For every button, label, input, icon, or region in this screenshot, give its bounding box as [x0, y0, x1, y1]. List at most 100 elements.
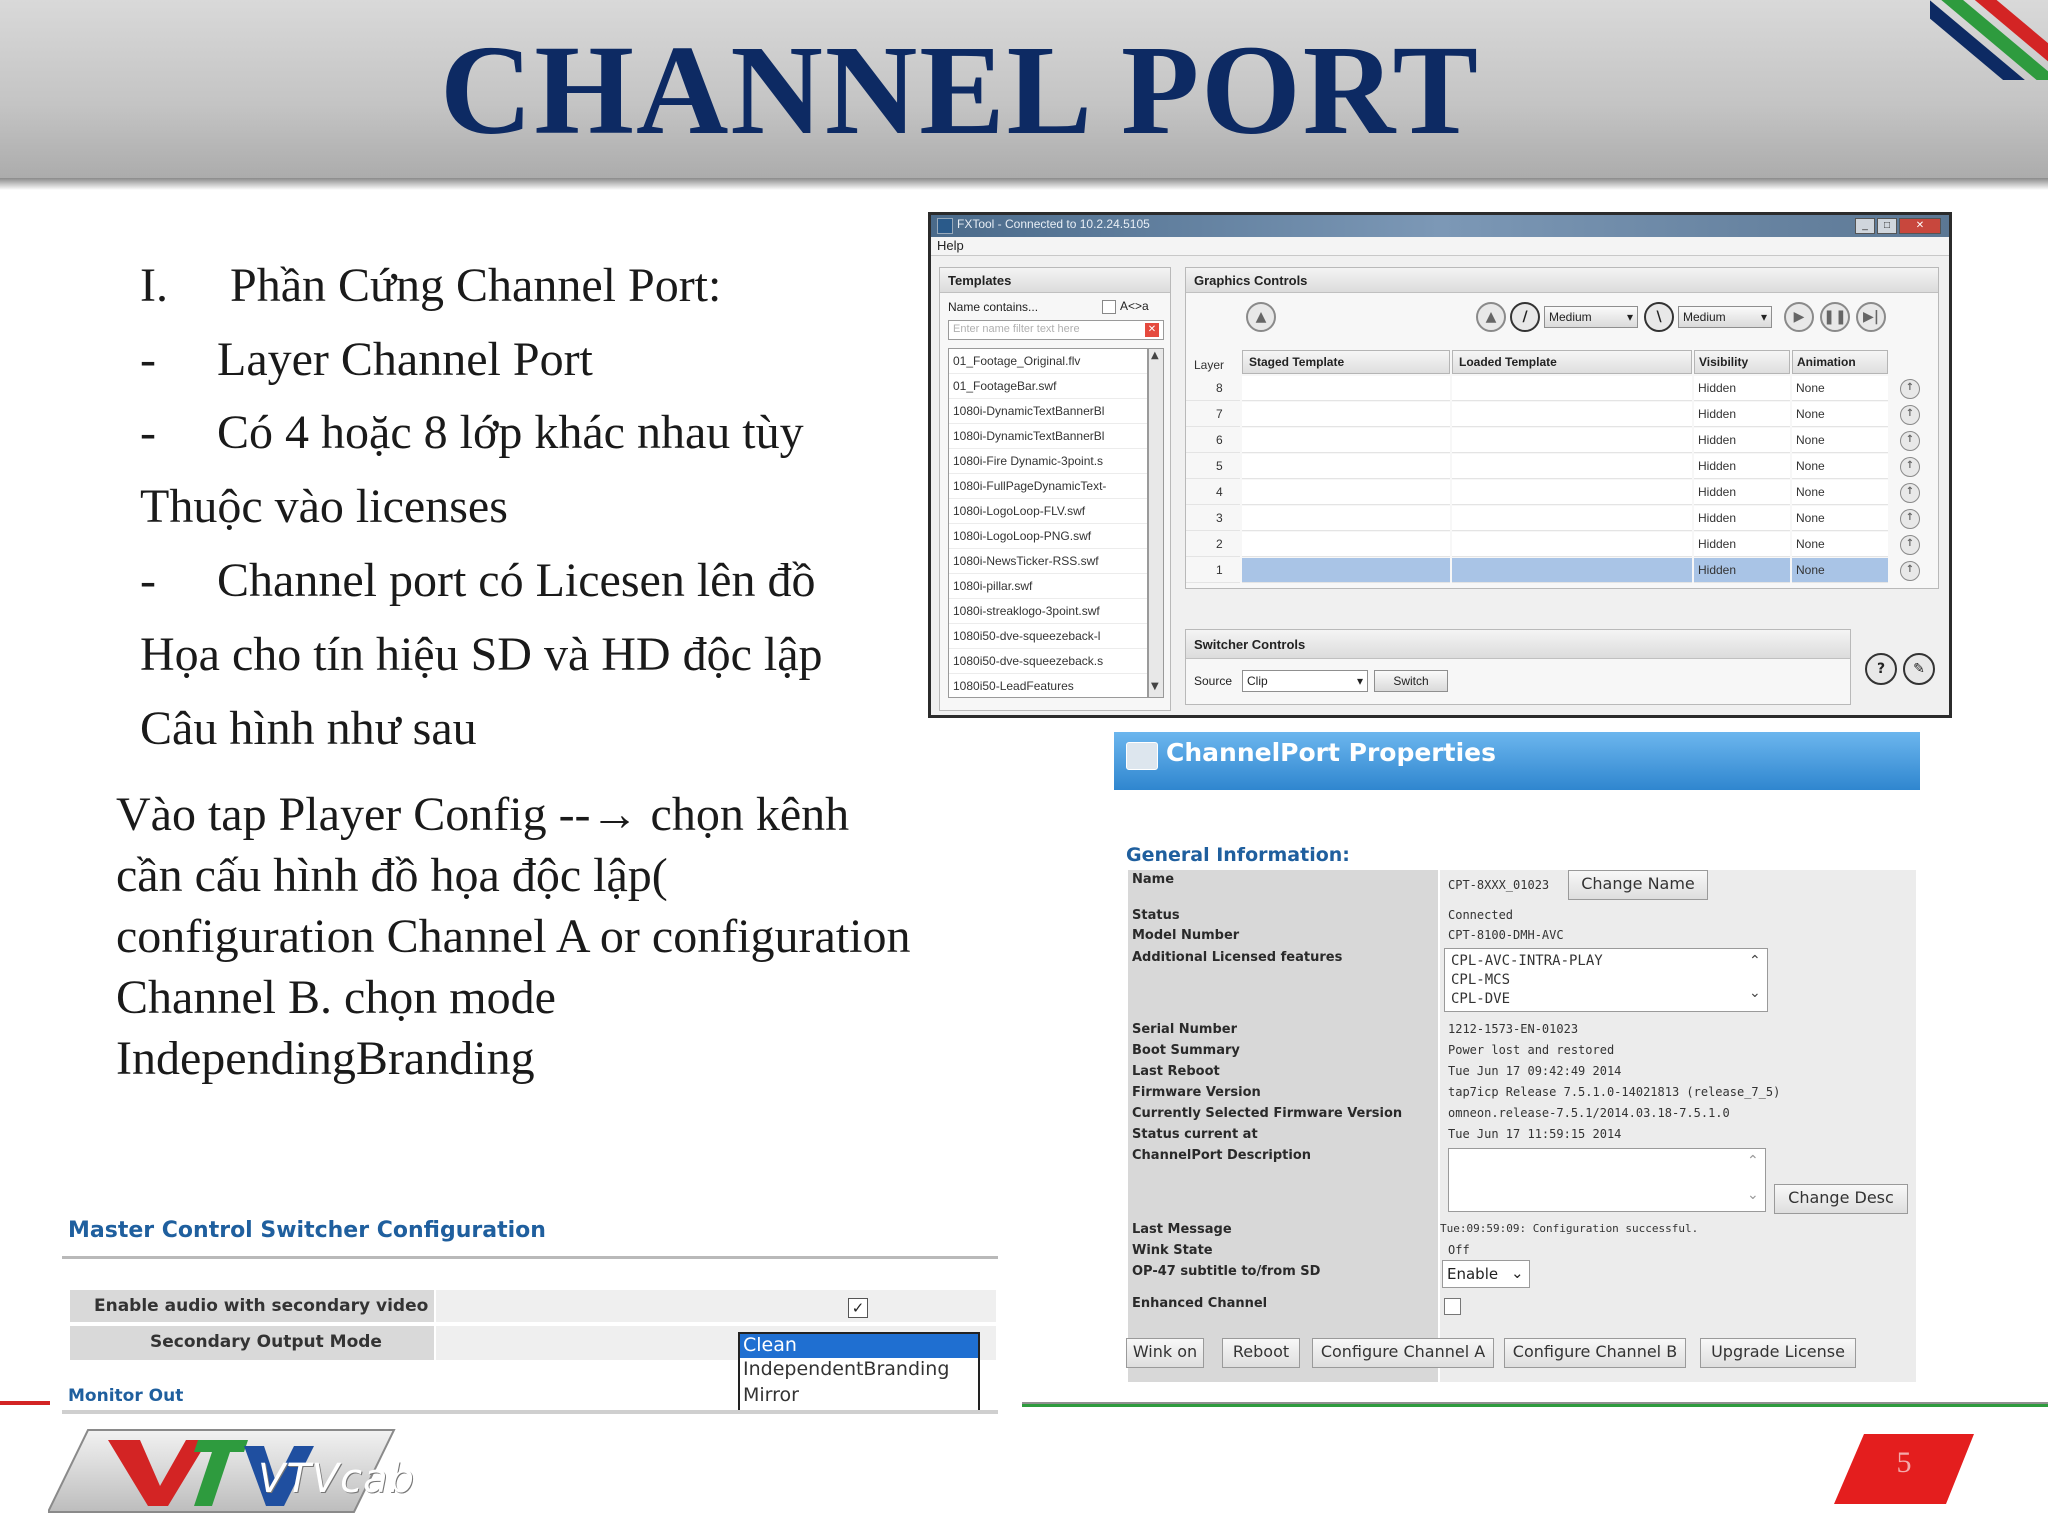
device-icon — [1126, 742, 1158, 770]
slide-title: CHANNEL PORT — [439, 19, 1481, 161]
template-list: 01_Footage_Original.flv 01_FootageBar.swf… — [948, 348, 1148, 698]
enhanced-checkbox[interactable] — [1444, 1298, 1461, 1315]
templates-panel: Templates Name contains... A<>a Enter na… — [939, 267, 1171, 711]
template-list-item[interactable]: 1080i-LogoLoop-FLV.swf — [949, 499, 1147, 524]
serial-value: 1212-1573-EN-01023 — [1448, 1022, 1579, 1036]
template-list-item[interactable]: 1080i50-dve-squeezeback.s — [949, 649, 1147, 674]
layer-row[interactable]: 3 Hidden None ↑ — [1186, 506, 1938, 532]
next-icon[interactable]: ▶| — [1856, 302, 1886, 332]
features-listbox[interactable]: CPL-AVC-INTRA-PLAY CPL-MCS CPL-DVE ⌃ ⌄ — [1444, 948, 1768, 1012]
stage-up-icon[interactable]: ▲ — [1246, 302, 1276, 332]
header-shadow — [0, 178, 2048, 190]
scroll-down-icon[interactable]: ⌄ — [1749, 985, 1761, 1001]
template-list-scrollbar[interactable]: ▲ ▼ — [1148, 348, 1164, 698]
layer-action-icon[interactable]: ↑ — [1900, 509, 1920, 529]
template-list-item[interactable]: 01_FootageBar.swf — [949, 374, 1147, 399]
help-icon[interactable]: ? — [1865, 653, 1897, 685]
layer-row[interactable]: 4 Hidden None ↑ — [1186, 480, 1938, 506]
configure-channel-a-button[interactable]: Configure Channel A — [1312, 1338, 1494, 1368]
graphics-header-bar: Graphics Controls — [1186, 268, 1938, 293]
footer-red-line — [0, 1401, 50, 1405]
layer-action-icon[interactable]: ↑ — [1900, 379, 1920, 399]
maximize-icon[interactable]: □ — [1877, 218, 1897, 234]
change-name-button[interactable]: Change Name — [1568, 870, 1708, 900]
layer-action-icon[interactable]: ↑ — [1900, 405, 1920, 425]
layer-number: 8 — [1186, 376, 1240, 401]
layer-row[interactable]: 8 Hidden None ↑ — [1186, 376, 1938, 402]
scroll-up-icon[interactable]: ⌃ — [1749, 953, 1761, 969]
layer-row[interactable]: 6 Hidden None ↑ — [1186, 428, 1938, 454]
speed-select-2[interactable]: Medium ▾ — [1678, 306, 1772, 328]
output-mode-listbox[interactable]: Clean IndependentBranding Mirror — [738, 1332, 980, 1414]
filter-input[interactable]: Enter name filter text here ✕ — [948, 320, 1164, 340]
pause-icon[interactable]: ❚❚ — [1820, 302, 1850, 332]
template-list-item[interactable]: 1080i-DynamicTextBannerBl — [949, 424, 1147, 449]
description-textarea[interactable]: ⌃ ⌄ — [1448, 1148, 1766, 1212]
reboot-button[interactable]: Reboot — [1222, 1338, 1300, 1368]
switch-button[interactable]: Switch — [1374, 670, 1448, 692]
template-list-item[interactable]: 1080i50-dve-squeezeback-l — [949, 624, 1147, 649]
loaded-cell — [1452, 558, 1692, 583]
source-select[interactable]: Clip ▾ — [1242, 670, 1368, 692]
scroll-up-icon[interactable]: ⌃ — [1747, 1153, 1759, 1169]
template-file-name: 1080i50-dve-squeezeback.s — [953, 654, 1104, 668]
model-value: CPT-8100-DMH-AVC — [1448, 928, 1564, 942]
bullet-dash: - — [140, 406, 156, 459]
case-checkbox[interactable] — [1102, 300, 1116, 314]
option-clean[interactable]: Clean — [740, 1334, 978, 1358]
bullet-3: Channel port có Licesen lên đồ — [217, 554, 816, 607]
template-list-item[interactable]: 1080i-LogoLoop-PNG.swf — [949, 524, 1147, 549]
template-list-item[interactable]: 1080i-FullPageDynamicText- — [949, 474, 1147, 499]
template-list-item[interactable]: 1080i-DynamicTextBannerBl — [949, 399, 1147, 424]
bullet-1: Layer Channel Port — [217, 333, 593, 386]
layer-row[interactable]: 5 Hidden None ↑ — [1186, 454, 1938, 480]
template-file-name: 01_Footage_Original.flv — [953, 354, 1081, 368]
close-icon[interactable]: ✕ — [1899, 218, 1941, 234]
layer-row[interactable]: 2 Hidden None ↑ — [1186, 532, 1938, 558]
op47-select[interactable]: Enable ⌄ — [1442, 1260, 1530, 1288]
menu-help[interactable]: Help — [937, 238, 964, 253]
template-list-item[interactable]: 1080i-NewsTicker-RSS.swf — [949, 549, 1147, 574]
chevron-down-icon: ▾ — [1356, 674, 1363, 688]
template-list-item[interactable]: 1080i-pillar.swf — [949, 574, 1147, 599]
play-icon[interactable]: ▶ — [1784, 302, 1814, 332]
fade-up-icon[interactable]: ▲ — [1476, 302, 1506, 332]
layer-row[interactable]: 7 Hidden None ↑ — [1186, 402, 1938, 428]
layer-number: 2 — [1186, 532, 1240, 557]
wink-on-button[interactable]: Wink on — [1126, 1338, 1204, 1368]
speed-value-1: Medium — [1549, 310, 1592, 324]
clear-filter-icon[interactable]: ✕ — [1145, 323, 1159, 337]
speed-select-1[interactable]: Medium ▾ — [1544, 306, 1638, 328]
scroll-up-icon[interactable]: ▲ — [1151, 350, 1159, 361]
upgrade-license-button[interactable]: Upgrade License — [1700, 1338, 1856, 1368]
template-file-name: 1080i-FullPageDynamicText- — [953, 479, 1107, 493]
enable-audio-checkbox[interactable]: ✓ — [848, 1298, 868, 1318]
settings-wrench-icon[interactable]: ✎ — [1903, 653, 1935, 685]
minimize-icon[interactable]: _ — [1855, 218, 1875, 234]
cut-out-icon[interactable]: \ — [1644, 302, 1674, 332]
scroll-down-icon[interactable]: ▼ — [1151, 681, 1159, 692]
layer-action-icon[interactable]: ↑ — [1900, 457, 1920, 477]
heading-text: Phần Cứng Channel Port: — [230, 259, 722, 312]
layer-row[interactable]: 1 Hidden None ↑ — [1186, 558, 1938, 584]
layer-action-icon[interactable]: ↑ — [1900, 535, 1920, 555]
configure-channel-b-button[interactable]: Configure Channel B — [1504, 1338, 1686, 1368]
name-filter-label: Name contains... — [948, 300, 1039, 314]
template-list-item[interactable]: 01_Footage_Original.flv — [949, 349, 1147, 374]
instruction-paragraph: Vào tap Player Config --→ chọn kênh cần … — [116, 788, 911, 1085]
template-list-item[interactable]: 1080i-Fire Dynamic-3point.s — [949, 449, 1147, 474]
master-control-panel: Master Control Switcher Configuration En… — [62, 1212, 1000, 1418]
layer-action-icon[interactable]: ↑ — [1900, 431, 1920, 451]
option-mirror[interactable]: Mirror — [743, 1384, 799, 1406]
scroll-down-icon[interactable]: ⌄ — [1747, 1187, 1759, 1203]
template-list-item[interactable]: 1080i-streaklogo-3point.swf — [949, 599, 1147, 624]
cut-in-icon[interactable]: / — [1510, 302, 1540, 332]
layer-action-icon[interactable]: ↑ — [1900, 483, 1920, 503]
change-desc-button[interactable]: Change Desc — [1774, 1184, 1908, 1214]
layer-table: 8 Hidden None ↑ 7 Hidden None ↑ 6 Hidden None ↑ 5 Hid… — [1186, 376, 1938, 584]
layer-action-icon[interactable]: ↑ — [1900, 561, 1920, 581]
template-list-item[interactable]: 1080i50-LeadFeatures — [949, 674, 1147, 697]
visibility-cell: Hidden — [1694, 480, 1790, 505]
staged-cell — [1242, 428, 1450, 453]
option-independent-branding[interactable]: IndependentBranding — [743, 1358, 949, 1380]
